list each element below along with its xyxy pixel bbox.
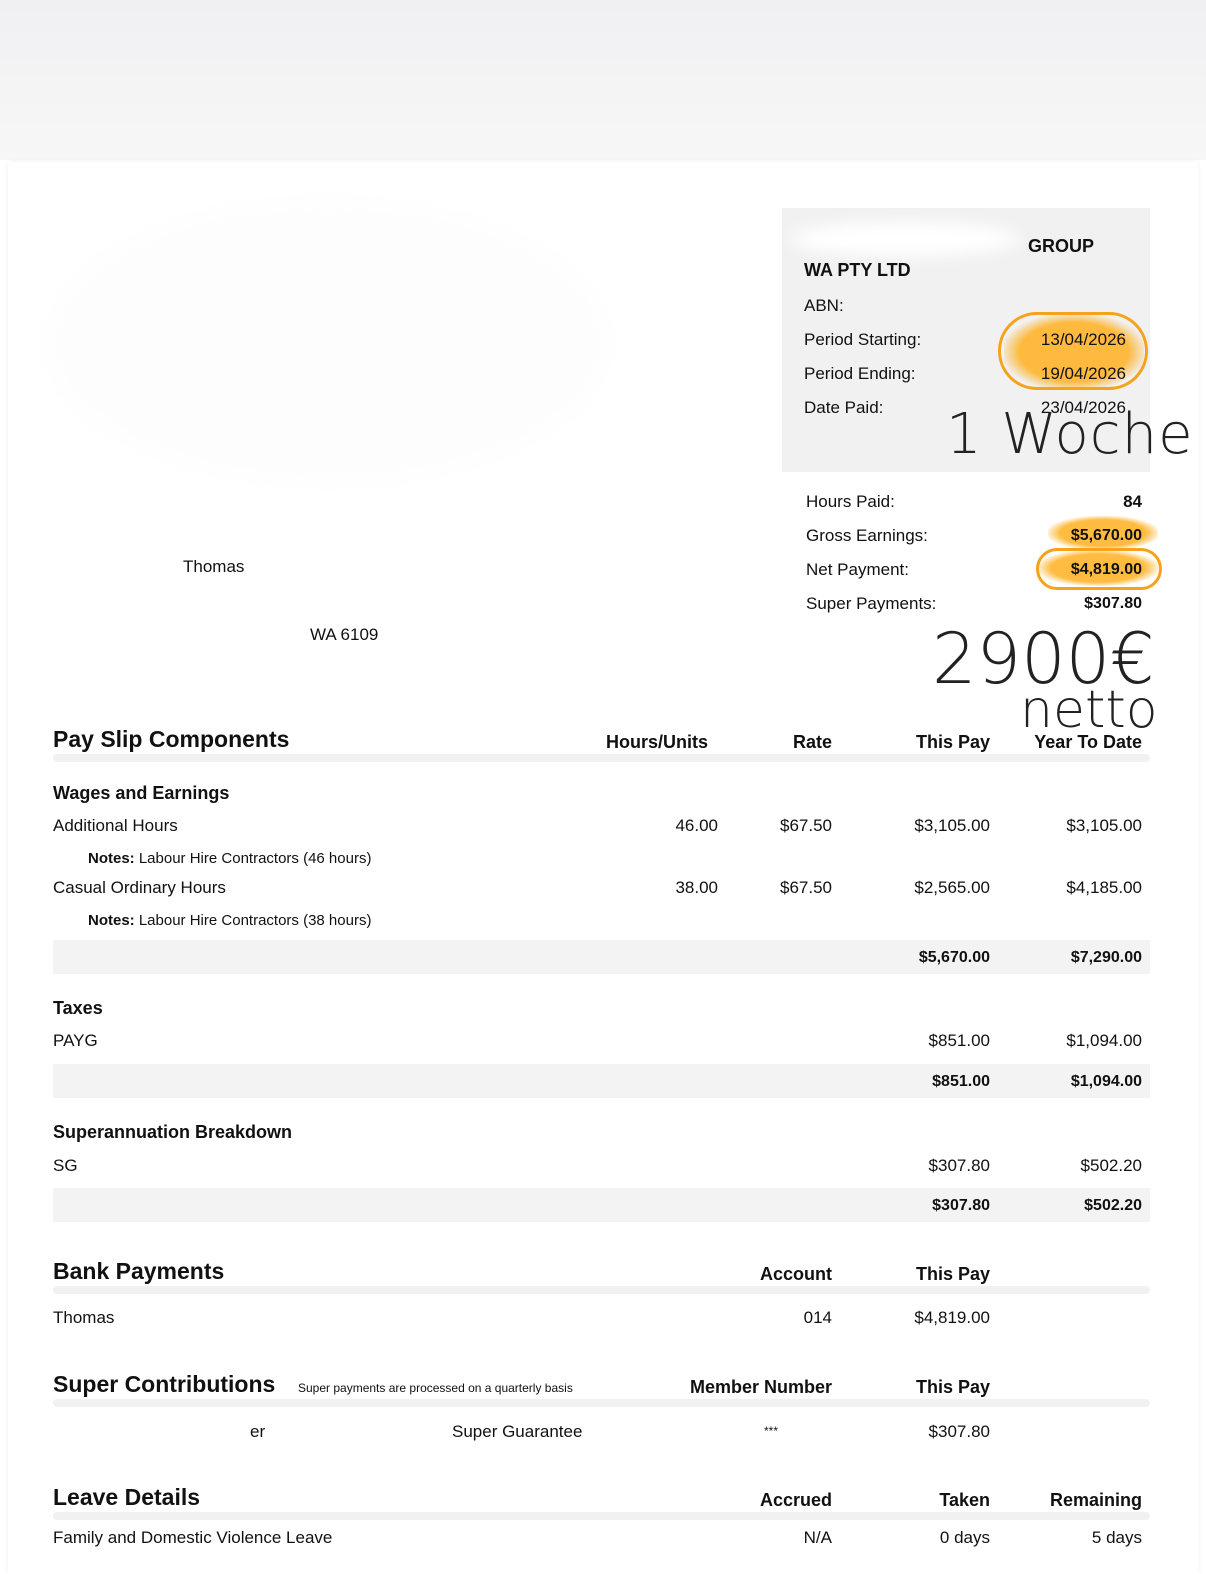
- components-title: Pay Slip Components: [53, 726, 290, 752]
- date-circle-mark: [998, 312, 1148, 390]
- period-start-label: Period Starting:: [804, 330, 922, 349]
- super-contrib-title: Super Contributions: [53, 1371, 276, 1397]
- bank-account-number: 014: [803, 1308, 832, 1327]
- super-col-member: Member Number: [689, 1377, 832, 1397]
- payslip-page: GROUP WA PTY LTD ABN: Period Starting: P…: [8, 162, 1198, 1574]
- tax-ytd: $1,094.00: [1066, 1031, 1142, 1050]
- leave-title: Leave Details: [53, 1484, 201, 1510]
- company-name-line2: WA PTY LTD: [804, 260, 911, 280]
- col-ytd-header: Year To Date: [1034, 732, 1142, 752]
- super-divider: [53, 1399, 1150, 1407]
- abn-label: ABN:: [804, 296, 844, 315]
- header-divider: [53, 754, 1150, 762]
- bank-divider: [53, 1286, 1150, 1294]
- super-title: Superannuation Breakdown: [53, 1122, 293, 1142]
- hours-paid-label: Hours Paid:: [806, 492, 895, 511]
- row-ytd: $3,105.00: [1066, 816, 1142, 835]
- leave-remaining: 5 days: [1091, 1528, 1142, 1547]
- tax-total-ytd: $1,094.00: [1070, 1073, 1142, 1090]
- sg-label: SG: [53, 1156, 78, 1175]
- net-payment-label: Net Payment:: [806, 560, 909, 579]
- company-name-line1: GROUP: [1028, 236, 1095, 256]
- row-hours: 46.00: [675, 816, 718, 835]
- bank-col-this-pay: This Pay: [915, 1264, 990, 1284]
- wages-total-ytd: $7,290.00: [1070, 949, 1142, 966]
- wages-title: Wages and Earnings: [53, 783, 230, 803]
- leave-col-remaining: Remaining: [1049, 1490, 1142, 1510]
- super-type: Super Guarantee: [452, 1422, 583, 1441]
- row-label: Additional Hours: [53, 816, 178, 835]
- col-rate-header: Rate: [792, 732, 832, 752]
- leave-col-accrued: Accrued: [759, 1490, 832, 1510]
- sg-ytd: $502.20: [1080, 1156, 1142, 1175]
- employee-postcode: WA 6109: [310, 625, 379, 644]
- leave-type: Family and Domestic Violence Leave: [53, 1528, 333, 1547]
- row-notes: Notes: Labour Hire Contractors (46 hours…: [88, 850, 372, 867]
- row-rate: $67.50: [780, 816, 832, 835]
- row-this-pay: $3,105.00: [914, 816, 990, 835]
- leave-accrued: N/A: [803, 1528, 832, 1547]
- wages-total-this: $5,670.00: [918, 949, 990, 966]
- row-notes: Notes: Labour Hire Contractors (38 hours…: [88, 912, 372, 929]
- hours-paid-value: 84: [1123, 492, 1142, 511]
- bank-amount: $4,819.00: [914, 1308, 990, 1327]
- bank-col-account: Account: [760, 1264, 832, 1284]
- tax-this: $851.00: [928, 1031, 990, 1050]
- super-col-this-pay: This Pay: [915, 1377, 990, 1397]
- super-amount: $307.80: [928, 1422, 990, 1441]
- redacted-company-name: [790, 222, 1020, 256]
- row-rate: $67.50: [780, 878, 832, 897]
- sg-total-ytd: $502.20: [1084, 1197, 1142, 1214]
- row-hours: 38.00: [675, 878, 718, 897]
- super-payments-value: $307.80: [1084, 595, 1142, 612]
- gross-earnings-label: Gross Earnings:: [806, 526, 928, 545]
- bank-account-name: Thomas: [53, 1308, 115, 1327]
- super-contrib-note: Super payments are processed on a quarte…: [298, 1381, 573, 1395]
- sg-this: $307.80: [928, 1156, 990, 1175]
- handwritten-netto: netto: [1020, 680, 1158, 740]
- row-label: Casual Ordinary Hours: [53, 878, 226, 897]
- col-this-pay-header: This Pay: [915, 732, 990, 752]
- leave-taken: 0 days: [939, 1528, 990, 1547]
- row-ytd: $4,185.00: [1066, 878, 1142, 897]
- net-circle-mark: [1036, 548, 1162, 590]
- bank-title: Bank Payments: [53, 1258, 225, 1284]
- gross-earnings-value: $5,670.00: [1070, 527, 1142, 544]
- tax-total-this: $851.00: [932, 1073, 990, 1090]
- leave-divider: [53, 1512, 1150, 1520]
- taxes-title: Taxes: [53, 998, 103, 1018]
- super-payments-label: Super Payments:: [806, 594, 937, 613]
- handwritten-week-note: 1 Woche: [946, 402, 1194, 467]
- super-fund-name: er: [250, 1422, 266, 1441]
- row-this-pay: $2,565.00: [914, 878, 990, 897]
- super-member-number: ***: [764, 1424, 779, 1438]
- sg-total-this: $307.80: [932, 1197, 990, 1214]
- col-hours-header: Hours/Units: [606, 732, 709, 752]
- tax-label: PAYG: [53, 1031, 98, 1050]
- period-end-label: Period Ending:: [804, 364, 916, 383]
- leave-col-taken: Taken: [939, 1490, 990, 1510]
- employee-name: Thomas: [183, 557, 245, 576]
- redacted-area: [48, 202, 608, 482]
- date-paid-label: Date Paid:: [804, 398, 884, 417]
